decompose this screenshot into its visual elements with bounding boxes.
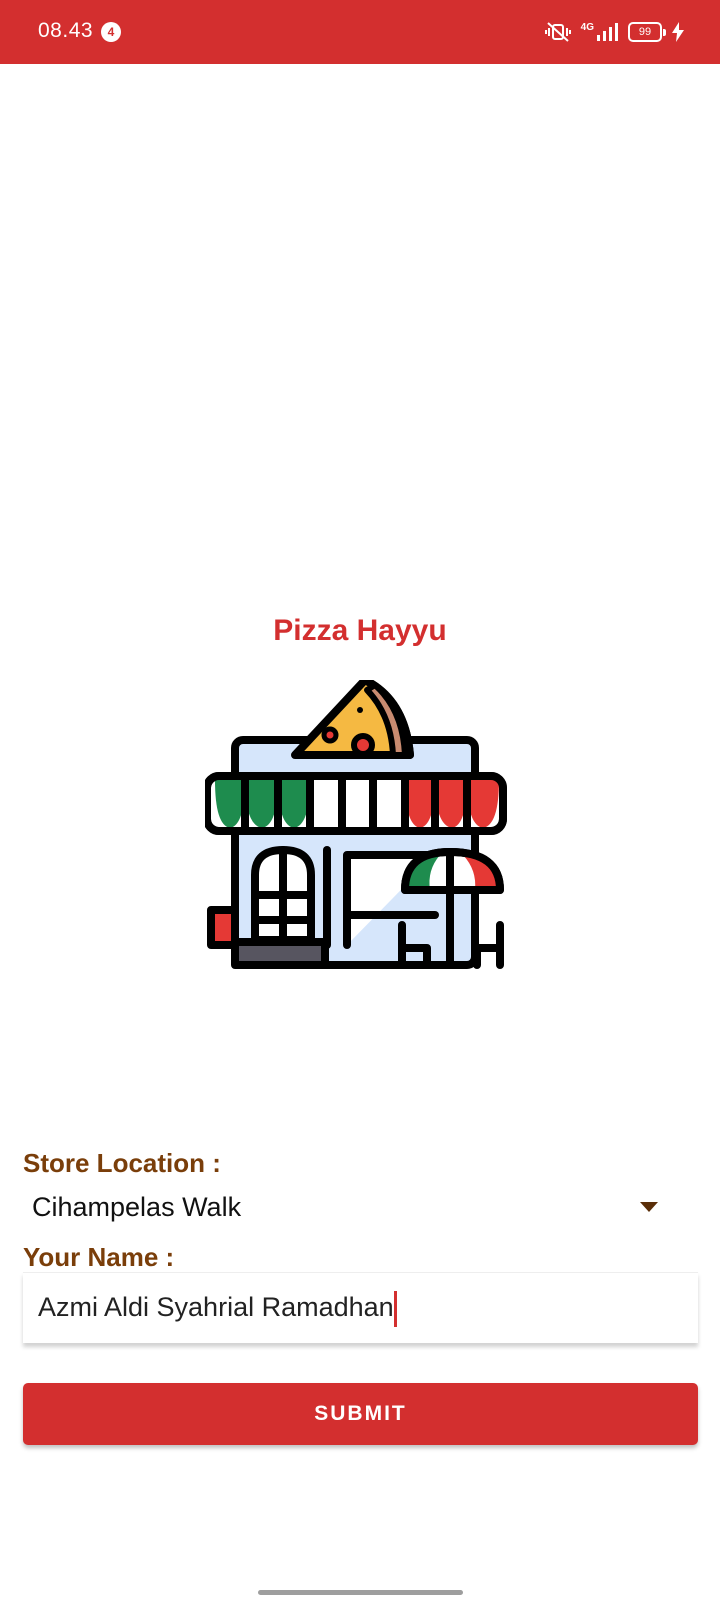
submit-button[interactable]: SUBMIT (23, 1383, 698, 1445)
signal-icon (597, 23, 618, 41)
store-location-dropdown[interactable]: Cihampelas Walk (23, 1180, 698, 1236)
store-location-label: Store Location : (23, 1148, 221, 1178)
network-type-label: 4G (580, 21, 594, 33)
battery-icon: 99 (628, 22, 666, 42)
dropdown-arrow-icon[interactable] (640, 1202, 658, 1212)
vibrate-mute-icon (544, 22, 571, 42)
name-input[interactable]: Azmi Aldi Syahrial Ramadhan (23, 1272, 698, 1343)
status-bar: 08.43 4 4G 99 (0, 0, 720, 64)
home-indicator[interactable] (258, 1590, 463, 1595)
name-input-value: Azmi Aldi Syahrial Ramadhan (38, 1291, 397, 1327)
your-name-label: Your Name : (23, 1242, 175, 1272)
page-title: Pizza Hayyu (273, 614, 447, 647)
status-icons: 4G 99 (544, 20, 684, 44)
notification-count-badge: 4 (101, 22, 121, 42)
store-location-value: Cihampelas Walk (32, 1192, 242, 1222)
status-time: 08.43 (38, 19, 94, 42)
text-cursor (393, 1291, 397, 1327)
charging-bolt-icon (672, 22, 684, 42)
pizza-store-icon (205, 680, 507, 969)
